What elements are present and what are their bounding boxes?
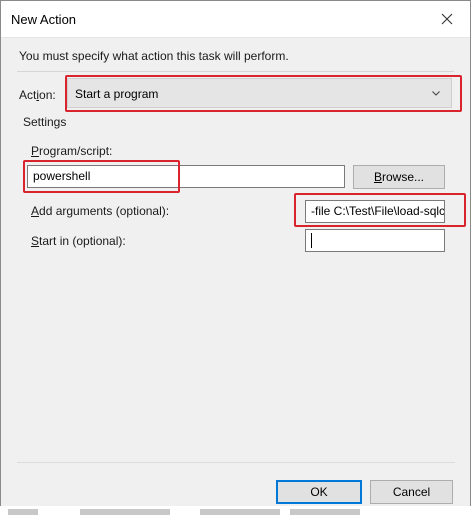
program-script-label: Program/script: <box>31 144 113 158</box>
background-window-strip <box>0 506 472 520</box>
close-icon <box>441 13 453 25</box>
background-text <box>290 509 360 515</box>
instruction-text: You must specify what action this task w… <box>19 49 289 63</box>
action-select-value: Start a program <box>75 87 159 101</box>
new-action-dialog: New Action You must specify what action … <box>0 0 471 507</box>
background-text <box>200 509 280 515</box>
dialog-body: You must specify what action this task w… <box>1 37 470 507</box>
cancel-button[interactable]: Cancel <box>370 480 453 504</box>
background-text <box>8 509 38 515</box>
program-script-input[interactable]: powershell <box>27 165 345 188</box>
window-title: New Action <box>11 12 77 27</box>
action-select[interactable]: Start a program <box>67 78 452 108</box>
add-arguments-label: Add arguments (optional): <box>31 204 170 218</box>
settings-group-label: Settings <box>23 115 67 129</box>
add-arguments-input[interactable]: -file C:\Test\File\load-sqlc <box>305 200 445 223</box>
browse-button[interactable]: Browse... <box>353 165 445 189</box>
start-in-label: Start in (optional): <box>31 234 126 248</box>
title-bar: New Action <box>1 1 470 37</box>
ok-button[interactable]: OK <box>276 480 362 504</box>
start-in-input[interactable] <box>305 229 445 252</box>
background-text <box>80 509 170 515</box>
action-label: Action: <box>19 88 56 102</box>
text-cursor <box>311 233 312 248</box>
separator <box>17 71 454 72</box>
settings-group-bottom <box>17 462 455 463</box>
chevron-down-icon <box>432 91 440 96</box>
close-button[interactable] <box>424 1 470 37</box>
